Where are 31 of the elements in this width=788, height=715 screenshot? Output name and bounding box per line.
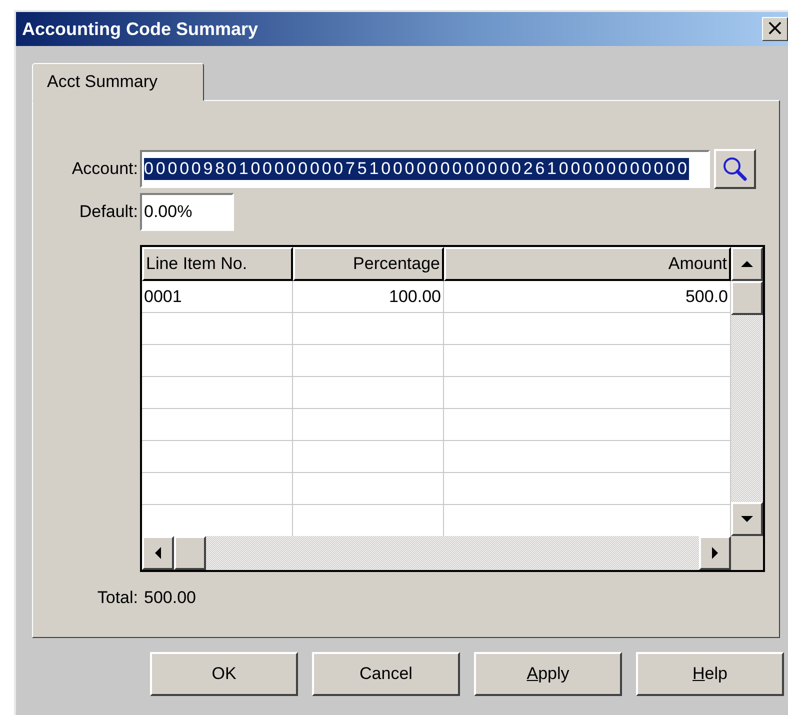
tab[interactable]: Acct Summary — [32, 63, 204, 101]
account-field[interactable]: 0000098010000000075100000000000026100000000000 — [140, 150, 710, 188]
scroll-right-button[interactable] — [699, 536, 731, 570]
window-title: Accounting Code Summary — [21, 18, 258, 40]
dialog-button[interactable]: OK — [150, 652, 298, 696]
search-icon — [722, 156, 748, 182]
total-value: 500.00 — [143, 588, 196, 608]
scrollbar-corner — [731, 536, 763, 570]
scroll-up-button[interactable] — [731, 247, 763, 281]
down-arrow-icon — [741, 515, 753, 523]
column-header[interactable]: Amount — [444, 247, 731, 281]
dialog-button[interactable]: Cancel — [312, 652, 460, 696]
field-label: Account: — [70, 159, 139, 179]
field-label: Default: — [78, 202, 139, 222]
dialog-button[interactable]: Apply — [474, 652, 622, 696]
close-button[interactable]: × — [762, 17, 788, 41]
dialog-button[interactable]: Help — [636, 652, 784, 696]
column-header[interactable]: Percentage — [293, 247, 444, 281]
search-button[interactable] — [714, 149, 756, 189]
column-header[interactable]: Line Item No. — [142, 247, 293, 281]
vertical-scrollbar[interactable] — [731, 247, 763, 536]
up-arrow-icon — [741, 260, 753, 268]
left-arrow-icon — [154, 547, 162, 559]
total-label: Total: — [96, 588, 139, 608]
scroll-thumb[interactable] — [731, 281, 763, 315]
scroll-thumb[interactable] — [174, 536, 206, 570]
horizontal-scrollbar[interactable] — [142, 536, 731, 570]
default-field[interactable]: 0.00% — [140, 193, 234, 231]
scroll-down-button[interactable] — [731, 502, 763, 536]
scroll-left-button[interactable] — [142, 536, 174, 570]
right-arrow-icon — [711, 547, 719, 559]
